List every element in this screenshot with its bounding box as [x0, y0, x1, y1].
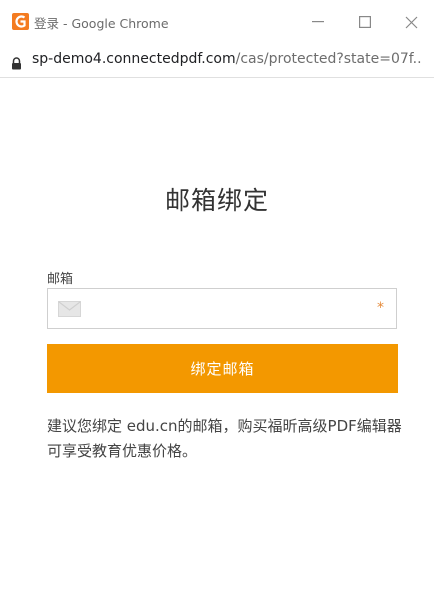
mail-icon — [58, 301, 81, 321]
close-button[interactable] — [397, 8, 425, 36]
email-field[interactable]: * — [47, 288, 397, 329]
required-mark: * — [377, 300, 384, 316]
hint-text: 建议您绑定 edu.cn的邮箱，购买福昕高级PDF编辑器可享受教育优惠价格。 — [47, 417, 402, 460]
address-bar[interactable]: sp-demo4.connectedpdf.com/cas/protected?… — [0, 44, 434, 78]
lock-icon — [11, 55, 22, 74]
foxit-icon — [12, 13, 29, 30]
url-host: sp-demo4.connectedpdf.com — [32, 51, 236, 67]
close-icon — [405, 16, 417, 28]
email-label: 邮箱 — [47, 272, 74, 287]
window-title: 登录 - Google Chrome — [34, 16, 169, 31]
url-path: /cas/protected?state=07f... — [235, 51, 422, 67]
minimize-button[interactable] — [304, 8, 332, 36]
window-titlebar: 登录 - Google Chrome — [0, 0, 434, 44]
url-text[interactable]: sp-demo4.connectedpdf.com/cas/protected?… — [32, 51, 422, 67]
bind-email-button[interactable]: 绑定邮箱 — [47, 344, 398, 393]
email-input[interactable] — [92, 295, 366, 325]
maximize-button[interactable] — [351, 8, 379, 36]
page-title: 邮箱绑定 — [164, 186, 269, 215]
